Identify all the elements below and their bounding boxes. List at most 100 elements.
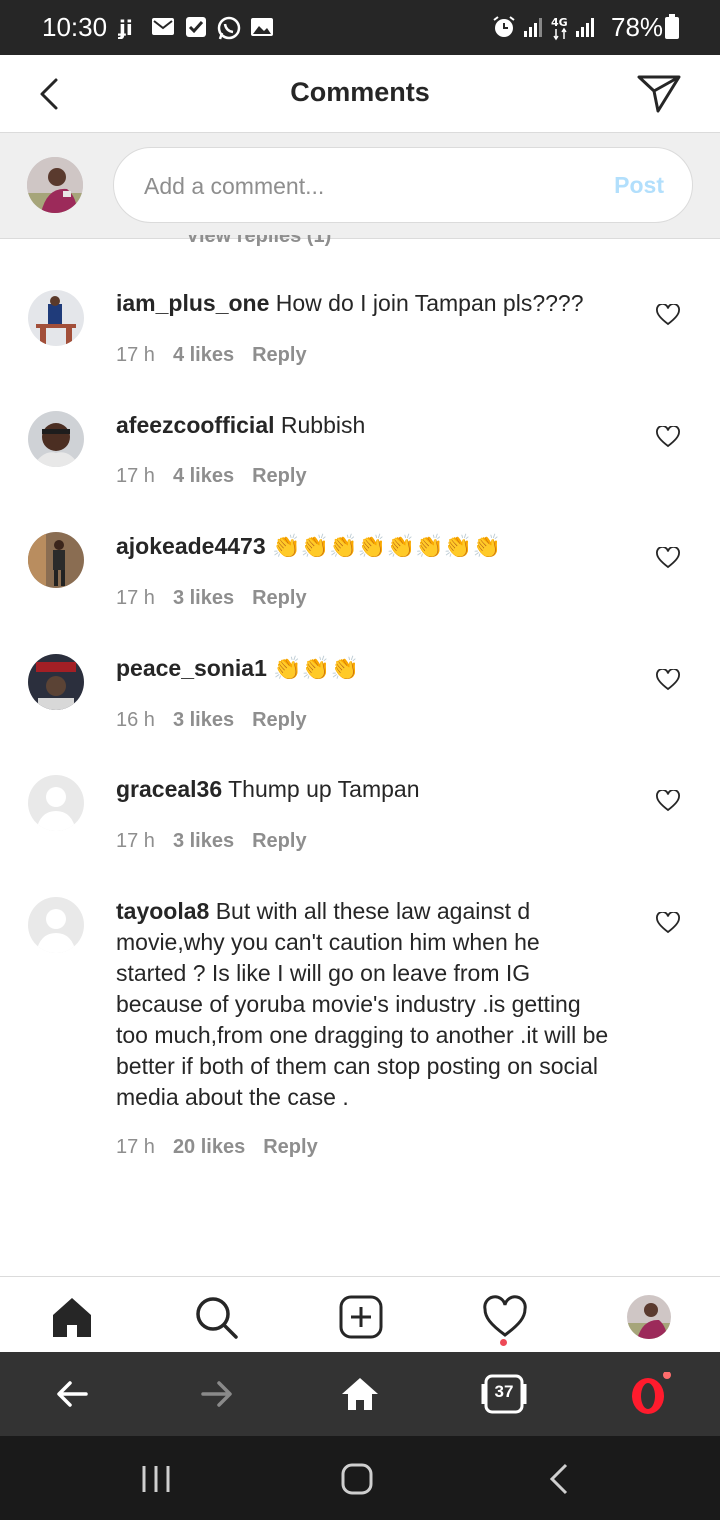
default-avatar-icon [28,897,84,953]
like-heart-icon[interactable] [656,304,680,326]
paper-plane-icon[interactable] [636,73,682,115]
comment-meta: 17 h 20 likes Reply [116,1136,336,1159]
comment-body: Thump up Tampan [228,776,420,802]
comment-meta: 16 h 3 likes Reply [116,709,325,732]
home-button-icon[interactable] [340,1462,374,1496]
avatar-image [28,654,84,710]
whatsapp-icon [217,16,241,40]
comment-time: 17 h [116,344,155,366]
battery-percent: 78% [611,12,664,42]
svg-text:ʝi: ʝi [118,16,133,39]
comment-input[interactable] [142,168,586,204]
reply-button[interactable]: Reply [252,830,306,852]
comment-username[interactable]: graceal36 [116,776,222,802]
tabs-icon[interactable]: 37 [481,1372,527,1416]
comment-text: graceal36 Thump up Tampan [116,774,616,805]
avatar-image [28,532,84,588]
notification-dot [500,1339,507,1346]
avatar [28,654,84,710]
battery-icon [665,14,679,39]
like-heart-icon[interactable] [656,669,680,691]
avatar-image [28,290,84,346]
avatar [28,411,84,467]
comment-input-wrapper: Post [113,147,693,223]
page-title: Comments [290,77,430,107]
avatar-image [28,411,84,467]
checkbox-notification-icon [186,17,206,37]
comment-likes[interactable]: 20 likes [173,1136,245,1158]
comment-time: 16 h [116,709,155,731]
comment-meta: 17 h 3 likes Reply [116,830,325,853]
comment-meta: 17 h 4 likes Reply [116,465,325,488]
like-heart-icon[interactable] [656,912,680,934]
comment-likes[interactable]: 4 likes [173,344,234,366]
comment-likes[interactable]: 3 likes [173,830,234,852]
opera-menu-icon[interactable] [626,1372,672,1416]
comment-text: iam_plus_one How do I join Tampan pls???… [116,288,616,319]
reply-button[interactable]: Reply [252,587,306,609]
signal-icon [524,18,542,37]
comment-body: 👏👏👏👏👏👏👏👏 [272,533,502,559]
comment-meta: 17 h 3 likes Reply [116,587,325,610]
comment-time: 17 h [116,465,155,487]
comment-body: Rubbish [280,412,366,438]
forward-icon[interactable] [193,1372,239,1416]
status-bar: 10:30 ʝi 4G 78% [0,0,720,55]
comment-text: tayoola8 But with all these law against … [116,896,616,1113]
browser-toolbar: 37 [0,1352,720,1436]
search-icon[interactable] [193,1295,239,1339]
comment-body: How do I join Tampan pls???? [275,290,584,316]
activity-heart-icon[interactable] [482,1295,528,1339]
back-icon[interactable] [50,1372,96,1416]
new-post-icon[interactable] [338,1295,384,1339]
comment-meta: 17 h 4 likes Reply [116,344,325,367]
network-4g-icon: 4G [551,16,568,41]
reply-button[interactable]: Reply [252,709,306,731]
profile-avatar[interactable] [627,1295,671,1339]
comment-body: But with all these law against d movie,w… [116,898,609,1110]
reply-button[interactable]: Reply [263,1136,317,1158]
comment-text: afeezcoofficial Rubbish [116,410,616,441]
tab-count: 37 [494,1382,514,1401]
home-icon[interactable] [337,1372,383,1416]
svg-text:4G: 4G [551,16,568,29]
comment-username[interactable]: tayoola8 [116,898,209,924]
comment-username[interactable]: afeezcoofficial [116,412,275,438]
signal-icon-2 [576,18,594,37]
avatar [28,290,84,346]
back-button-icon[interactable] [546,1462,572,1496]
comment-username[interactable]: ajokeade4473 [116,533,266,559]
home-icon[interactable] [49,1295,95,1339]
comment-composer: Post [0,133,720,239]
reply-button[interactable]: Reply [252,465,306,487]
comment-text: ajokeade4473 👏👏👏👏👏👏👏👏 [116,531,616,562]
avatar [27,157,83,213]
status-time: 10:30 [42,12,108,42]
alarm-icon [493,16,515,37]
comment-likes[interactable]: 4 likes [173,465,234,487]
reply-button[interactable]: Reply [252,344,306,366]
recent-apps-icon[interactable] [140,1462,172,1496]
comment-time: 17 h [116,1136,155,1158]
user-avatar-image [27,157,83,213]
gallery-icon [251,18,273,36]
like-heart-icon[interactable] [656,426,680,448]
comment-username[interactable]: iam_plus_one [116,290,269,316]
avatar [28,532,84,588]
comments-header: Comments [0,55,720,133]
avatar [28,897,84,953]
comment-time: 17 h [116,830,155,852]
mail-icon [152,18,174,35]
like-heart-icon[interactable] [656,790,680,812]
bottom-tab-bar [0,1276,720,1352]
app-notification-icon: ʝi [118,16,133,39]
system-nav-bar [0,1436,720,1520]
like-heart-icon[interactable] [656,547,680,569]
comment-likes[interactable]: 3 likes [173,709,234,731]
comment-username[interactable]: peace_sonia1 [116,655,267,681]
comment-text: peace_sonia1 👏👏👏 [116,653,616,684]
post-button[interactable]: Post [614,172,664,199]
comment-body: 👏👏👏 [273,655,360,681]
avatar [28,775,84,831]
comment-likes[interactable]: 3 likes [173,587,234,609]
